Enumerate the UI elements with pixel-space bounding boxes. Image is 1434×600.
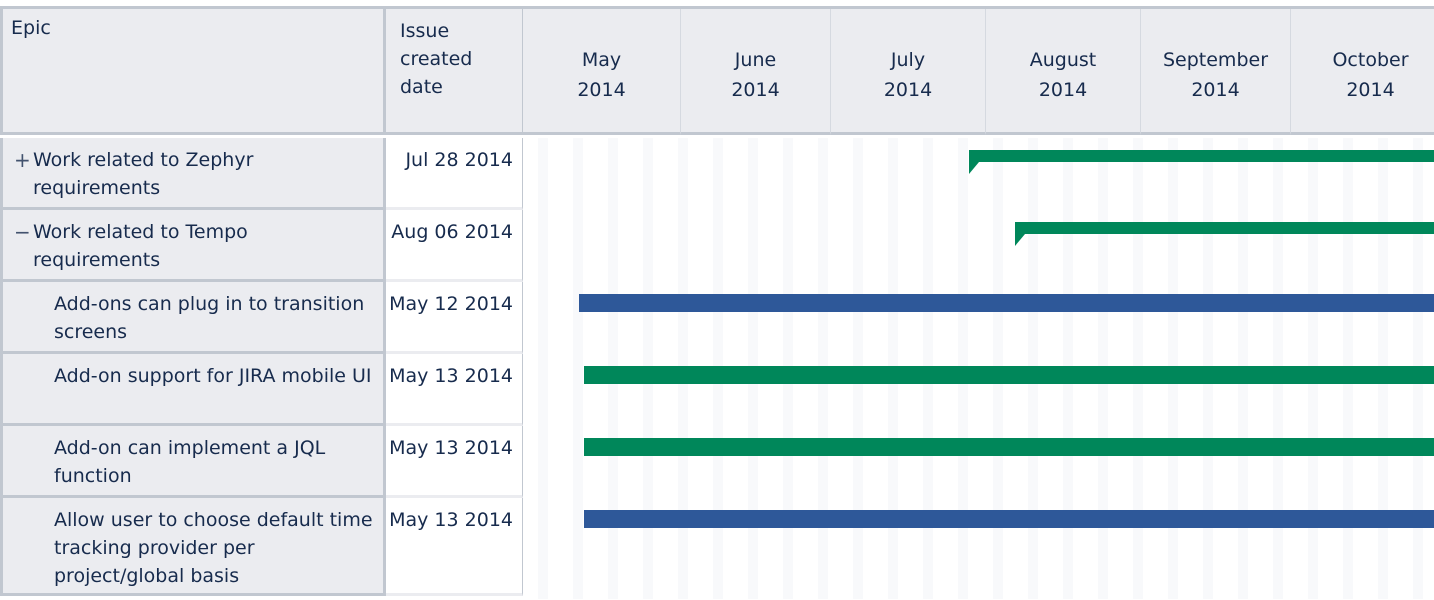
column-header-epic[interactable]: Epic bbox=[0, 9, 386, 135]
issue-bar[interactable] bbox=[583, 510, 1434, 528]
column-header-date-line: Issue bbox=[400, 20, 450, 42]
month-header: August 2014 bbox=[986, 9, 1141, 135]
month-name: August bbox=[1029, 49, 1097, 71]
created-date-cell: May 12 2014 bbox=[386, 282, 523, 354]
month-year: 2014 bbox=[577, 79, 626, 101]
issue-row[interactable]: Add-ons can plug in to transition screen… bbox=[0, 282, 523, 354]
month-header: May 2014 bbox=[523, 9, 681, 135]
month-header: October 2014 bbox=[1291, 9, 1434, 135]
column-header-epic-label: Epic bbox=[11, 17, 51, 39]
collapse-icon[interactable]: − bbox=[14, 218, 32, 246]
issue-bar[interactable] bbox=[583, 366, 1434, 384]
issue-row[interactable]: Allow user to choose default time tracki… bbox=[0, 498, 523, 596]
epic-cell: + Work related to Zephyr requirements bbox=[0, 138, 386, 210]
epic-cell: − Work related to Tempo requirements bbox=[0, 210, 386, 282]
month-year: 2014 bbox=[1191, 79, 1240, 101]
issue-summary[interactable]: Add-ons can plug in to transition screen… bbox=[54, 293, 364, 343]
issue-bar[interactable] bbox=[583, 438, 1434, 456]
month-year: 2014 bbox=[883, 79, 933, 101]
issue-summary[interactable]: Add-on support for JIRA mobile UI bbox=[54, 365, 372, 387]
epic-name[interactable]: Work related to Tempo requirements bbox=[33, 221, 248, 271]
week-stripe bbox=[573, 138, 583, 599]
week-stripe bbox=[538, 138, 548, 599]
issue-summary[interactable]: Add-on can implement a JQL function bbox=[54, 437, 325, 487]
month-header: June 2014 bbox=[681, 9, 831, 135]
created-date-cell: May 13 2014 bbox=[386, 498, 523, 596]
month-name: October bbox=[1332, 49, 1409, 71]
epic-cell: Add-ons can plug in to transition screen… bbox=[0, 282, 386, 354]
epic-bar[interactable] bbox=[1014, 222, 1434, 234]
column-header-date-line: date bbox=[400, 76, 443, 98]
issue-summary[interactable]: Allow user to choose default time tracki… bbox=[54, 509, 373, 587]
epic-name[interactable]: Work related to Zephyr requirements bbox=[33, 149, 253, 199]
epic-cell: Add-on support for JIRA mobile UI bbox=[0, 354, 386, 426]
epic-cell: Allow user to choose default time tracki… bbox=[0, 498, 386, 596]
epic-bar[interactable] bbox=[969, 150, 1434, 162]
epic-bar-notch bbox=[969, 162, 980, 174]
timeline: May 2014 June 2014 July 2014 August 2014 Septemb… bbox=[523, 9, 1434, 599]
month-name: July bbox=[890, 49, 926, 71]
created-date-cell: Jul 28 2014 bbox=[386, 138, 523, 210]
issue-bar[interactable] bbox=[578, 294, 1434, 312]
month-year: 2014 bbox=[731, 79, 780, 101]
epic-bar-notch bbox=[1014, 234, 1025, 246]
month-name: September bbox=[1162, 49, 1269, 71]
epic-cell: Add-on can implement a JQL function bbox=[0, 426, 386, 498]
month-name: May bbox=[581, 49, 622, 71]
issue-row[interactable]: Add-on can implement a JQL function May 1… bbox=[0, 426, 523, 498]
created-date-cell: May 13 2014 bbox=[386, 426, 523, 498]
month-header: July 2014 bbox=[831, 9, 986, 135]
expand-icon[interactable]: + bbox=[14, 146, 32, 174]
month-year: 2014 bbox=[1038, 79, 1088, 101]
epic-row[interactable]: + Work related to Zephyr requirements Jul … bbox=[0, 138, 523, 210]
created-date-cell: May 13 2014 bbox=[386, 354, 523, 426]
month-name: June bbox=[734, 49, 777, 71]
month-year: 2014 bbox=[1346, 79, 1395, 101]
epic-row[interactable]: − Work related to Tempo requirements Aug 0… bbox=[0, 210, 523, 282]
gantt-chart: Epic Issue created date + Work related to… bbox=[0, 6, 1434, 599]
created-date-cell: Aug 06 2014 bbox=[386, 210, 523, 282]
column-header-created-date[interactable]: Issue created date bbox=[386, 9, 523, 135]
month-header: September 2014 bbox=[1141, 9, 1291, 135]
issue-row[interactable]: Add-on support for JIRA mobile UI May 13 … bbox=[0, 354, 523, 426]
column-header-date-line: created bbox=[400, 48, 473, 70]
